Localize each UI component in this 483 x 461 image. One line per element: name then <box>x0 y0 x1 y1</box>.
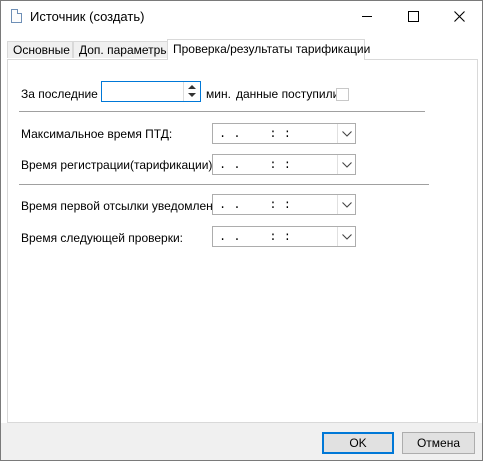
tab-extra-params[interactable]: Доп. параметры <box>73 41 169 58</box>
first-notify-label: Время первой отсылки уведомления: <box>21 199 230 213</box>
last-minutes-input[interactable] <box>101 81 201 102</box>
first-notify-value: . . : : <box>219 198 292 212</box>
last-label: За последние <box>21 87 98 101</box>
chevron-down-icon[interactable] <box>337 195 355 214</box>
cancel-button[interactable]: Отмена <box>402 432 475 454</box>
spinner-icon[interactable] <box>183 82 200 101</box>
data-received-checkbox[interactable] <box>336 88 349 101</box>
next-check-picker[interactable]: . . : : <box>212 226 356 247</box>
ok-button[interactable]: OK <box>322 432 394 454</box>
next-check-value: . . : : <box>219 230 292 244</box>
window-title: Источник (создать) <box>30 9 145 24</box>
separator <box>19 184 429 185</box>
next-check-label: Время следующей проверки: <box>21 231 184 245</box>
spin-down-icon[interactable] <box>188 93 196 97</box>
minimize-button[interactable] <box>344 1 390 32</box>
data-received-label: данные поступили: <box>236 87 343 101</box>
max-ptd-picker[interactable]: . . : : <box>212 123 356 144</box>
document-icon <box>11 9 22 23</box>
title-bar[interactable]: Источник (создать) <box>1 1 482 32</box>
max-ptd-label: Максимальное время ПТД: <box>21 127 173 141</box>
maximize-icon <box>407 11 419 22</box>
spin-up-icon[interactable] <box>188 85 196 89</box>
maximize-button[interactable] <box>390 1 436 32</box>
registration-picker[interactable]: . . : : <box>212 154 356 175</box>
minutes-label: мин. <box>206 87 231 101</box>
max-ptd-value: . . : : <box>219 127 292 141</box>
registration-value: . . : : <box>219 158 292 172</box>
close-icon <box>453 11 465 22</box>
chevron-down-icon[interactable] <box>337 155 355 174</box>
tab-check-results[interactable]: Проверка/результаты тарификации <box>167 39 370 60</box>
separator <box>19 111 425 112</box>
minimize-icon <box>362 16 372 17</box>
tab-main[interactable]: Основные <box>7 41 73 58</box>
dialog-window: Источник (создать) Основные Доп. парамет… <box>0 0 483 461</box>
first-notify-picker[interactable]: . . : : <box>212 194 356 215</box>
chevron-down-icon[interactable] <box>337 227 355 246</box>
chevron-down-icon[interactable] <box>337 124 355 143</box>
close-button[interactable] <box>436 1 482 32</box>
registration-label: Время регистрации(тарификации): <box>21 158 216 172</box>
